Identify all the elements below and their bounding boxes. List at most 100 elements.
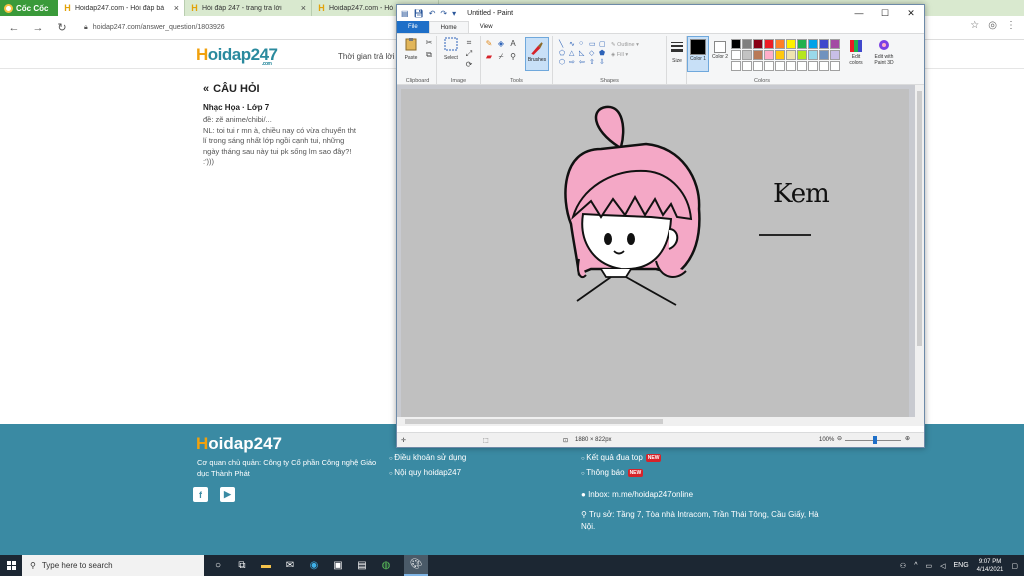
tab-view[interactable]: View (469, 21, 504, 33)
footer-inbox-link[interactable]: ● Inbox: m.me/hoidap247online (581, 490, 693, 499)
vertical-scrollbar[interactable] (915, 85, 924, 426)
network-icon[interactable]: ▭ (925, 562, 932, 570)
menu-icon[interactable]: ⋮ (1006, 20, 1016, 31)
palette-swatch[interactable] (830, 39, 840, 49)
palette-swatch[interactable] (753, 61, 763, 71)
shapes-gallery[interactable]: ╲ ∿ ○ ▭ ▢ ⬠ △ ◺ ◇ ⬟ ⬡ ⇨ ⇦ ⇧ ⇩ (559, 40, 607, 66)
people-icon[interactable]: ⚇ (900, 562, 906, 570)
close-icon[interactable]: ✕ (898, 5, 924, 21)
palette-swatch[interactable] (775, 61, 785, 71)
rotate-icon[interactable]: ⟳ (465, 61, 473, 69)
palette-swatch[interactable] (830, 61, 840, 71)
browser-tab-1[interactable]: H Hoidap247.com - Hỏi đáp bà × (58, 0, 185, 16)
palette-swatch[interactable] (830, 50, 840, 60)
store-icon[interactable]: ▣ (332, 560, 344, 572)
notification-icon[interactable]: ▢ (1011, 562, 1018, 570)
color-picker-icon[interactable]: ⌿ (497, 53, 505, 61)
palette-swatch[interactable] (786, 39, 796, 49)
size-button[interactable]: Size (668, 40, 686, 64)
undo-icon[interactable]: ↶ (429, 9, 436, 18)
palette-swatch[interactable] (742, 50, 752, 60)
palette-swatch[interactable] (742, 61, 752, 71)
palette-swatch[interactable] (764, 50, 774, 60)
tab-home[interactable]: Home (428, 21, 469, 33)
palette-swatch[interactable] (731, 39, 741, 49)
youtube-icon[interactable]: ▶ (220, 487, 235, 502)
paint-taskbar-icon[interactable]: 🎨︎ (404, 555, 428, 576)
language-indicator[interactable]: ENG (954, 562, 969, 569)
pencil-icon[interactable]: ✎ (485, 40, 493, 48)
footer-link[interactable]: Kết quả đua topNEW (581, 451, 662, 466)
palette-swatch[interactable] (808, 61, 818, 71)
drawing-canvas[interactable]: Kem (401, 89, 909, 423)
reload-icon[interactable]: ↻ (56, 21, 68, 34)
palette-swatch[interactable] (819, 39, 829, 49)
browser-tab-2[interactable]: H Hỏi đáp 247 - trang tra lời × (185, 0, 312, 16)
task-view-icon[interactable]: ⧉ (236, 560, 248, 572)
tab-close-icon[interactable]: × (301, 3, 306, 13)
cut-icon[interactable]: ✂ (425, 39, 433, 47)
facebook-icon[interactable]: f (193, 487, 208, 502)
palette-swatch[interactable] (819, 50, 829, 60)
palette-swatch[interactable] (731, 61, 741, 71)
qat-dropdown-icon[interactable]: ▾ (452, 9, 456, 18)
palette-swatch[interactable] (753, 39, 763, 49)
palette-swatch[interactable] (808, 50, 818, 60)
footer-link[interactable]: Thông báoNEW (581, 466, 661, 481)
volume-icon[interactable]: ◁ (940, 562, 945, 570)
edge-icon[interactable]: ◉ (308, 560, 320, 572)
footer-logo[interactable]: Hoidap247 (196, 434, 282, 454)
cortana-icon[interactable]: ○ (212, 560, 224, 572)
url-field[interactable]: 🔒︎ hoidap247.com/answer_question/1803926 (84, 19, 404, 37)
chevron-up-icon[interactable]: ^ (914, 562, 917, 569)
outline-dropdown[interactable]: ✎ Outline ▾ (611, 40, 639, 50)
palette-swatch[interactable] (753, 50, 763, 60)
file-explorer-icon[interactable]: ▬ (260, 560, 272, 572)
minimize-icon[interactable]: — (846, 5, 872, 21)
palette-swatch[interactable] (797, 61, 807, 71)
palette-swatch[interactable] (742, 39, 752, 49)
palette-swatch[interactable] (819, 61, 829, 71)
palette-swatch[interactable] (797, 39, 807, 49)
extension-icon[interactable]: ◎ (988, 20, 997, 31)
coccoc-taskbar-icon[interactable]: ◍ (380, 560, 392, 572)
magnifier-icon[interactable]: ⚲ (509, 53, 517, 61)
site-logo[interactable]: Hoidap247 .com (196, 45, 278, 67)
mail-icon[interactable]: ✉ (284, 560, 296, 572)
horizontal-scrollbar[interactable] (397, 417, 915, 426)
fill-dropdown[interactable]: ◈ Fill ▾ (611, 50, 639, 60)
start-button[interactable] (0, 555, 22, 576)
palette-swatch[interactable] (764, 39, 774, 49)
palette-swatch[interactable] (764, 61, 774, 71)
forward-arrow-icon[interactable]: → (32, 22, 44, 34)
save-icon[interactable]: 💾︎ (414, 9, 424, 18)
double-chevron-left-icon[interactable]: « (203, 83, 209, 95)
footer-link[interactable]: Nội quy hoidap247 (389, 466, 466, 481)
media-icon[interactable]: ▤ (356, 560, 368, 572)
taskbar-clock[interactable]: 9:07 PM 4/14/2021 (977, 558, 1004, 574)
tab-file[interactable]: File (397, 21, 429, 33)
palette-swatch[interactable] (775, 39, 785, 49)
zoom-in-icon[interactable]: ⊕ (905, 435, 910, 442)
footer-link[interactable]: Điều khoản sử dụng (389, 451, 466, 466)
brushes-button[interactable]: Brushes (525, 37, 549, 71)
redo-icon[interactable]: ↷ (440, 9, 447, 18)
palette-swatch[interactable] (808, 39, 818, 49)
maximize-icon[interactable]: ☐ (872, 5, 898, 21)
paste-button[interactable]: Paste (402, 37, 420, 61)
color2-button[interactable]: Color 2 (711, 36, 729, 60)
color1-button[interactable]: Color 1 (687, 36, 709, 72)
browser-brand-button[interactable]: Cốc Cốc (0, 0, 58, 16)
palette-swatch[interactable] (786, 61, 796, 71)
palette-swatch[interactable] (731, 50, 741, 60)
palette-swatch[interactable] (786, 50, 796, 60)
palette-swatch[interactable] (797, 50, 807, 60)
copy-icon[interactable]: ⧉ (425, 51, 433, 59)
zoom-out-icon[interactable]: ⊖ (837, 435, 842, 442)
edit-colors-button[interactable]: Edit colors (847, 39, 865, 66)
eraser-icon[interactable]: ▰ (485, 53, 493, 61)
back-arrow-icon[interactable]: ← (8, 22, 20, 34)
palette-swatch[interactable] (775, 50, 785, 60)
zoom-slider-thumb[interactable] (873, 436, 877, 444)
edit-paint3d-button[interactable]: Edit with Paint 3D (871, 39, 897, 66)
